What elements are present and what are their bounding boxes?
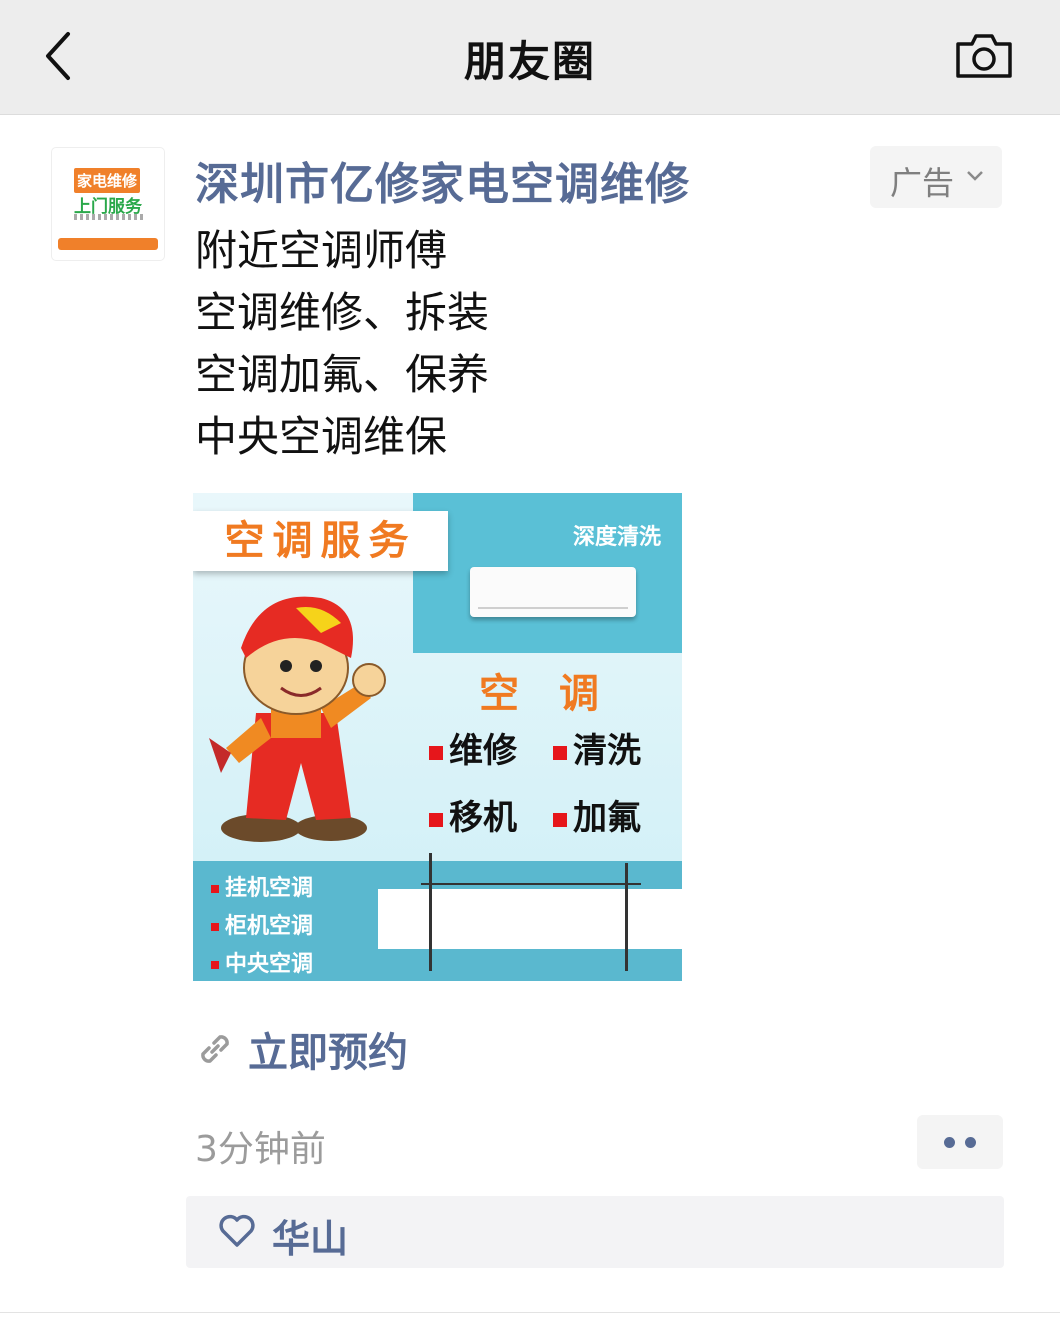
- image-type-label: 挂机空调: [225, 875, 314, 901]
- avatar-banner: [58, 238, 158, 250]
- divider: [0, 1312, 1060, 1313]
- air-conditioner-illustration-2: [378, 889, 682, 949]
- image-service-item: 移机: [429, 790, 517, 839]
- post-author-name[interactable]: 深圳市亿修家电空调维修: [195, 148, 690, 212]
- avatar[interactable]: 家电维修 上门服务: [52, 148, 164, 260]
- heart-icon: [219, 1214, 255, 1247]
- book-now-link[interactable]: 立即预约: [248, 1020, 408, 1078]
- worker-mascot-illustration: [209, 596, 386, 842]
- post-timestamp: 3分钟前: [195, 1129, 326, 1170]
- avatar-decoration: [74, 214, 144, 220]
- image-service-item: 清洗: [553, 723, 641, 772]
- ad-image[interactable]: 空调服务 深度清洗 空调 维修 清洗 移机 加氟 挂机空调 柜机空调 中央空调: [193, 493, 682, 981]
- post-text-line: 空调加氟、保养: [195, 350, 490, 399]
- link-icon: [201, 1035, 229, 1063]
- navbar: 朋友圈: [0, 0, 1060, 115]
- image-type-item: 中央空调: [211, 945, 313, 981]
- likes-section: 华山: [186, 1196, 1004, 1268]
- image-type-label: 中央空调: [225, 951, 314, 977]
- post-text-line: 中央空调维保: [195, 412, 448, 461]
- air-conditioner-illustration: [470, 567, 636, 617]
- ad-badge-button[interactable]: 广告: [870, 146, 1002, 208]
- chevron-down-icon: [967, 171, 983, 181]
- image-heading: 空调: [479, 670, 639, 717]
- image-type-label: 柜机空调: [225, 913, 314, 939]
- ad-label: 广告: [890, 164, 955, 202]
- image-service-label: 维修: [449, 731, 517, 771]
- image-decoration-line: [625, 863, 628, 971]
- liker-name[interactable]: 华山: [272, 1208, 348, 1263]
- avatar-text-line1: 家电维修: [74, 168, 141, 193]
- image-decoration-line: [429, 853, 432, 971]
- camera-icon: [956, 34, 1012, 78]
- dot-icon: [965, 1137, 976, 1148]
- image-types-list: 挂机空调 柜机空调 中央空调: [211, 869, 313, 981]
- more-actions-button[interactable]: [917, 1115, 1003, 1169]
- image-type-item: 柜机空调: [211, 907, 313, 945]
- image-service-item: 加氟: [553, 790, 641, 839]
- image-type-item: 挂机空调: [211, 869, 313, 907]
- camera-button[interactable]: [954, 30, 1014, 80]
- image-service-label: 清洗: [573, 731, 641, 771]
- image-deep-clean-label: 深度清洗: [573, 524, 662, 550]
- image-service-label: 移机: [449, 798, 517, 838]
- post-text-line: 空调维修、拆装: [195, 288, 490, 337]
- post-text-line: 附近空调师傅: [195, 226, 448, 275]
- page-title: 朋友圈: [463, 37, 596, 86]
- image-title: 空调服务: [193, 511, 448, 571]
- image-decoration-line: [421, 883, 641, 885]
- post-text: 附近空调师傅 空调维修、拆装 空调加氟、保养 中央空调维保: [195, 220, 489, 468]
- dot-icon: [944, 1137, 955, 1148]
- image-service-label: 加氟: [573, 798, 641, 838]
- image-service-item: 维修: [429, 723, 517, 772]
